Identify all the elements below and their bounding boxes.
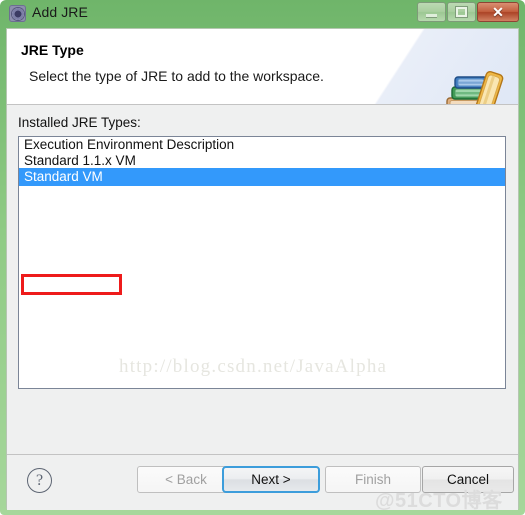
list-item[interactable]: Execution Environment Description xyxy=(19,137,505,153)
back-button[interactable]: < Back xyxy=(137,466,235,493)
list-item[interactable]: Standard 1.1.x VM xyxy=(19,153,505,169)
next-button[interactable]: Next > xyxy=(222,466,320,493)
window-title: Add JRE xyxy=(32,4,88,20)
wizard-header: JRE Type Select the type of JRE to add t… xyxy=(7,29,518,105)
cancel-button[interactable]: Cancel xyxy=(422,466,514,493)
close-icon: ✕ xyxy=(492,4,504,20)
minimize-button[interactable] xyxy=(417,2,446,22)
dialog-window: Add JRE ✕ JRE Type Select the type of JR… xyxy=(0,0,525,515)
page-title: JRE Type xyxy=(21,42,84,58)
page-description: Select the type of JRE to add to the wor… xyxy=(29,68,324,84)
list-item[interactable]: Standard VM xyxy=(19,168,505,187)
finish-button[interactable]: Finish xyxy=(325,466,421,493)
help-icon[interactable]: ? xyxy=(27,468,52,493)
title-bar[interactable]: Add JRE ✕ xyxy=(0,0,525,28)
books-icon xyxy=(446,70,504,104)
close-button[interactable]: ✕ xyxy=(477,2,519,22)
jre-types-listbox[interactable]: Execution Environment Description Standa… xyxy=(18,136,506,389)
maximize-button[interactable] xyxy=(447,2,476,22)
wizard-content: Installed JRE Types: Execution Environme… xyxy=(7,106,518,454)
dialog-button-bar: ? < Back Next > Finish Cancel @51CTO博客 xyxy=(7,454,518,512)
maximize-icon xyxy=(456,7,467,17)
jre-gear-icon xyxy=(9,5,26,22)
installed-jre-types-label: Installed JRE Types: xyxy=(18,115,141,130)
minimize-icon xyxy=(426,13,437,17)
